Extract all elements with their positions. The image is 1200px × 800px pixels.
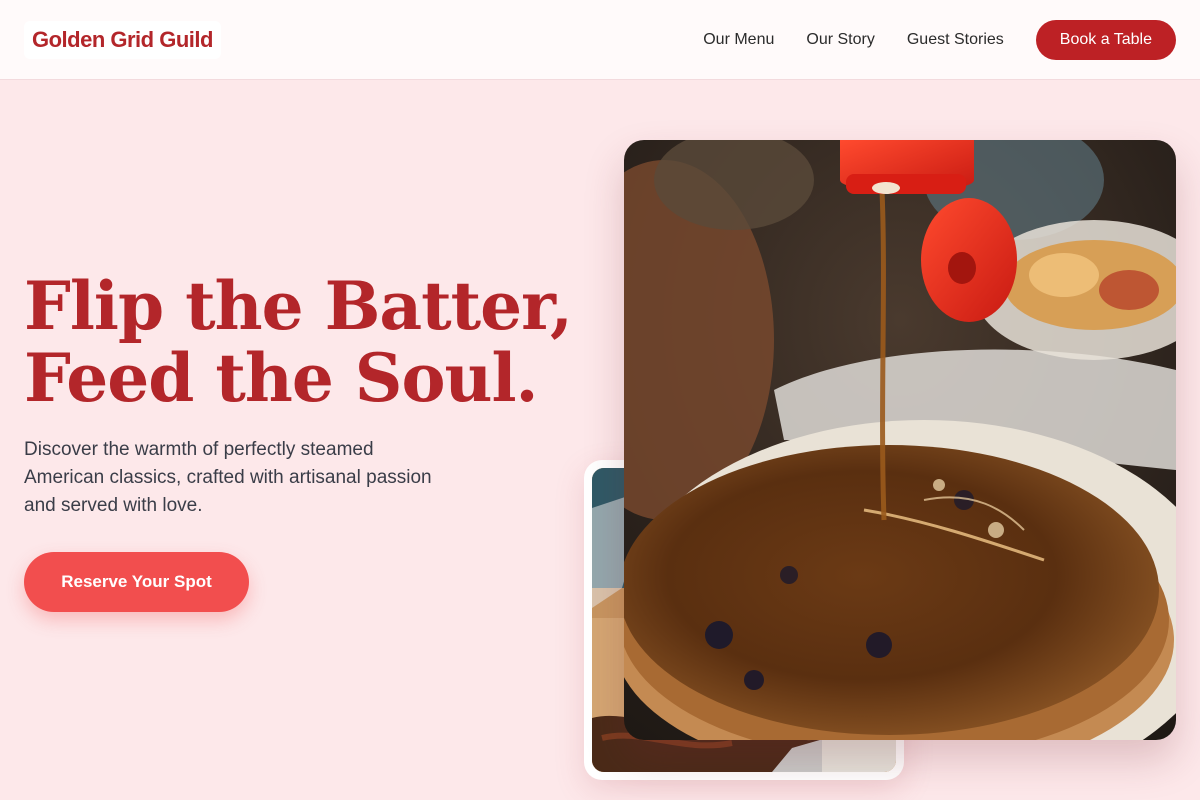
hero-title: Flip the Batter, Feed the Soul. (24, 270, 584, 414)
main-nav: Our Menu Our Story Guest Stories Book a … (703, 20, 1176, 60)
reserve-spot-button[interactable]: Reserve Your Spot (24, 552, 249, 612)
pancakes-with-syrup-photo (624, 140, 1176, 740)
hero-subtitle: Discover the warmth of perfectly steamed… (24, 439, 432, 516)
nav-link-our-menu[interactable]: Our Menu (703, 31, 774, 49)
hero-title-line-2: Feed the Soul. (24, 339, 539, 417)
nav-link-our-story[interactable]: Our Story (806, 31, 874, 49)
site-header: Golden Grid Guild Our Menu Our Story Gue… (0, 0, 1200, 80)
book-table-button[interactable]: Book a Table (1035, 20, 1176, 60)
hero-title-line-1: Flip the Batter, (24, 267, 573, 345)
brand-logo[interactable]: Golden Grid Guild (24, 21, 221, 59)
pancakes-illustration (624, 140, 1176, 740)
nav-link-guest-stories[interactable]: Guest Stories (907, 31, 1004, 49)
